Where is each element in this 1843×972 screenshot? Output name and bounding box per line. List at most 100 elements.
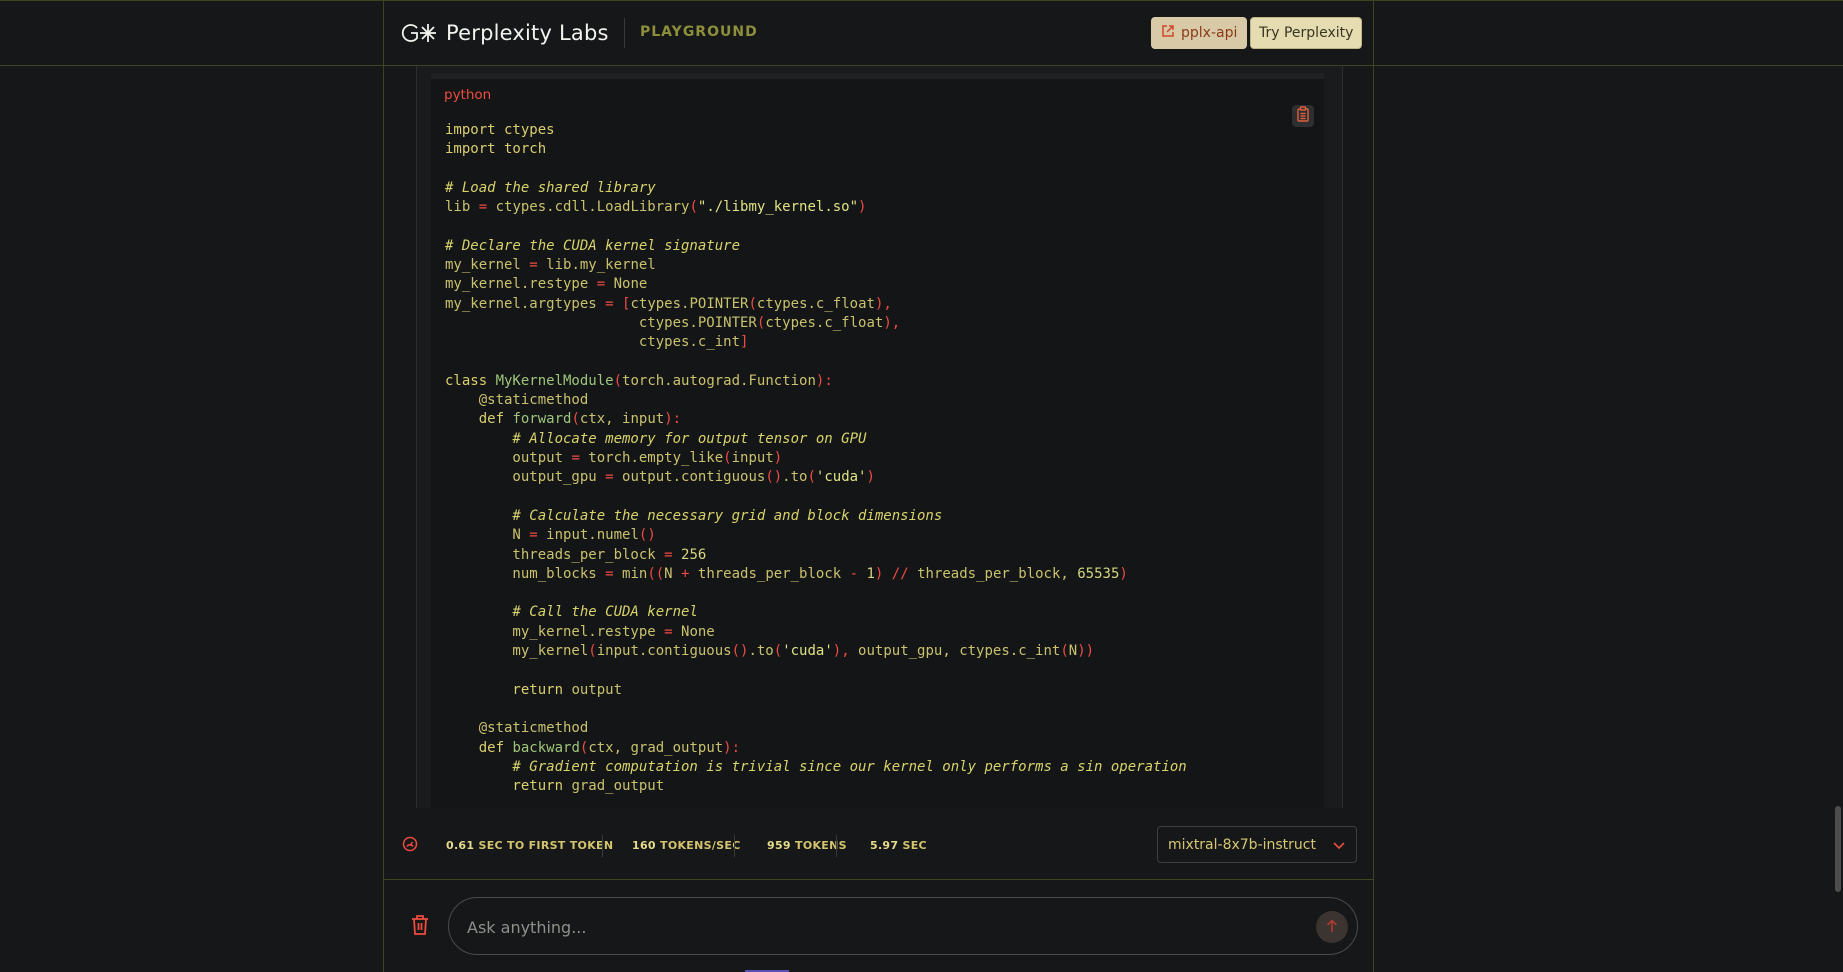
code-token: import torch (445, 141, 547, 158)
code-token: return (445, 778, 572, 795)
code-token: class (445, 372, 496, 389)
clipboard-icon (1296, 106, 1310, 126)
code-token: = (605, 469, 614, 486)
code-token: ( (1060, 643, 1069, 660)
code-token: ctypes.c_float (765, 314, 884, 331)
code-token: def (445, 411, 513, 428)
code-line: my_kernel.restype = None (445, 623, 1187, 642)
code-block: python import ctypes import torch # Load … (431, 73, 1324, 808)
code-token: # Declare the CUDA kernel signature (445, 237, 741, 254)
brand-logo[interactable]: Perplexity Labs (400, 16, 609, 50)
code-token: ) (858, 199, 867, 216)
code-token: input.contiguous (596, 643, 732, 660)
code-line: num_blocks = min((N + threads_per_block … (445, 565, 1187, 584)
code-token: .to (782, 469, 808, 486)
code-token: grad_output (571, 778, 665, 795)
code-line: output_gpu = output.contiguous().to('cud… (445, 468, 1187, 487)
tps-value: 160 (632, 839, 656, 852)
first-token-label: SEC TO FIRST TOKEN (478, 839, 614, 852)
code-token: @staticmethod (445, 392, 589, 409)
code-token: my_kernel.argtypes (445, 295, 606, 312)
code-token: @staticmethod (445, 720, 589, 737)
code-token: ( (571, 411, 580, 428)
code-token: threads_per_block (445, 546, 665, 563)
code-token: )) (1077, 643, 1095, 660)
code-line: lib = ctypes.cdll.LoadLibrary("./libmy_k… (445, 198, 1187, 217)
tokens-per-sec-stat: 160 TOKENS/SEC (632, 839, 741, 852)
code-token: # Load the shared library (445, 179, 656, 196)
code-token: 256 (672, 546, 707, 563)
code-line: # Call the CUDA kernel (445, 603, 1187, 622)
code-token: my_kernel (445, 643, 589, 660)
pplx-api-label: pplx-api (1181, 25, 1238, 41)
ask-input[interactable] (465, 915, 1289, 939)
code-token: ): (723, 739, 741, 756)
trash-icon[interactable] (410, 914, 430, 940)
code-token: ctypes.cdll.LoadLibrary (487, 199, 690, 216)
header-divider (624, 18, 625, 48)
perplexity-logo-icon (400, 22, 438, 44)
tokens-value: 959 (767, 839, 791, 852)
code-token: ) (1119, 565, 1128, 582)
tokens-label: TOKENS (795, 839, 847, 852)
code-line: # Allocate memory for output tensor on G… (445, 430, 1187, 449)
code-token: lib.my_kernel (537, 257, 656, 274)
response-area[interactable]: python import ctypes import torch # Load … (416, 66, 1343, 808)
code-line: my_kernel.argtypes = [ctypes.POINTER(cty… (445, 295, 1187, 314)
code-line: ctypes.POINTER(ctypes.c_float), (445, 314, 1187, 333)
code-token: lib (445, 199, 479, 216)
code-token: my_kernel (445, 257, 530, 274)
code-token: torch.empty_like (579, 450, 724, 467)
code-token: import ctypes (445, 122, 555, 138)
stat-divider (836, 835, 837, 857)
copy-code-button[interactable] (1292, 105, 1314, 127)
code-token: ( (773, 643, 783, 660)
code-token: ), (883, 314, 901, 331)
code-line: @staticmethod (445, 391, 1187, 410)
code-line: def backward(ctx, grad_output): (445, 739, 1187, 758)
code-line: my_kernel = lib.my_kernel (445, 256, 1187, 275)
code-token: () (638, 527, 656, 544)
speedometer-icon (402, 836, 418, 856)
code-token: # Allocate memory for output tensor on G… (445, 430, 867, 447)
code-token: ), (832, 643, 850, 660)
code-token: = (605, 565, 614, 582)
code-token: MyKernelModule (495, 372, 614, 389)
duration-stat: 5.97 SEC (870, 839, 927, 852)
generation-stats-bar: 0.61 SEC TO FIRST TOKEN 160 TOKENS/SEC 9… (384, 809, 1374, 879)
ask-box (448, 897, 1358, 955)
model-select-value: mixtral-8x7b-instruct (1168, 836, 1316, 853)
code-line: my_kernel.restype = None (445, 275, 1187, 294)
send-button[interactable] (1316, 911, 1348, 943)
code-token: ctx, grad_output (588, 739, 724, 756)
top-header: Perplexity Labs PLAYGROUND pplx-api Try … (384, 0, 1374, 65)
code-token: = (664, 623, 673, 640)
code-token: ( (807, 469, 816, 486)
first-token-stat: 0.61 SEC TO FIRST TOKEN (446, 839, 613, 852)
code-token: forward (512, 411, 572, 428)
code-token: N (445, 527, 530, 544)
code-line: import torch (445, 140, 1187, 159)
prompt-area (384, 880, 1374, 972)
code-token: = (596, 276, 606, 293)
code-token: return (445, 681, 572, 698)
page-scrollbar[interactable] (1835, 806, 1841, 892)
try-perplexity-button[interactable]: Try Perplexity (1250, 17, 1363, 49)
code-token: ): (815, 372, 833, 389)
code-token: torch.autograd.Function (622, 372, 816, 389)
code-token: ) (866, 469, 875, 486)
pplx-api-button[interactable]: pplx-api (1151, 17, 1248, 49)
code-token: output (445, 450, 572, 467)
model-select[interactable]: mixtral-8x7b-instruct (1157, 826, 1357, 863)
code-token: = (529, 257, 538, 274)
code-token: output.contiguous (613, 469, 766, 486)
tps-label: TOKENS/SEC (660, 839, 741, 852)
arrow-up-icon (1326, 918, 1338, 937)
code-token: ctypes.c_float (756, 295, 875, 312)
code-token: "./libmy_kernel.so" (697, 199, 859, 216)
code-token: threads_per_block, (908, 565, 1078, 582)
